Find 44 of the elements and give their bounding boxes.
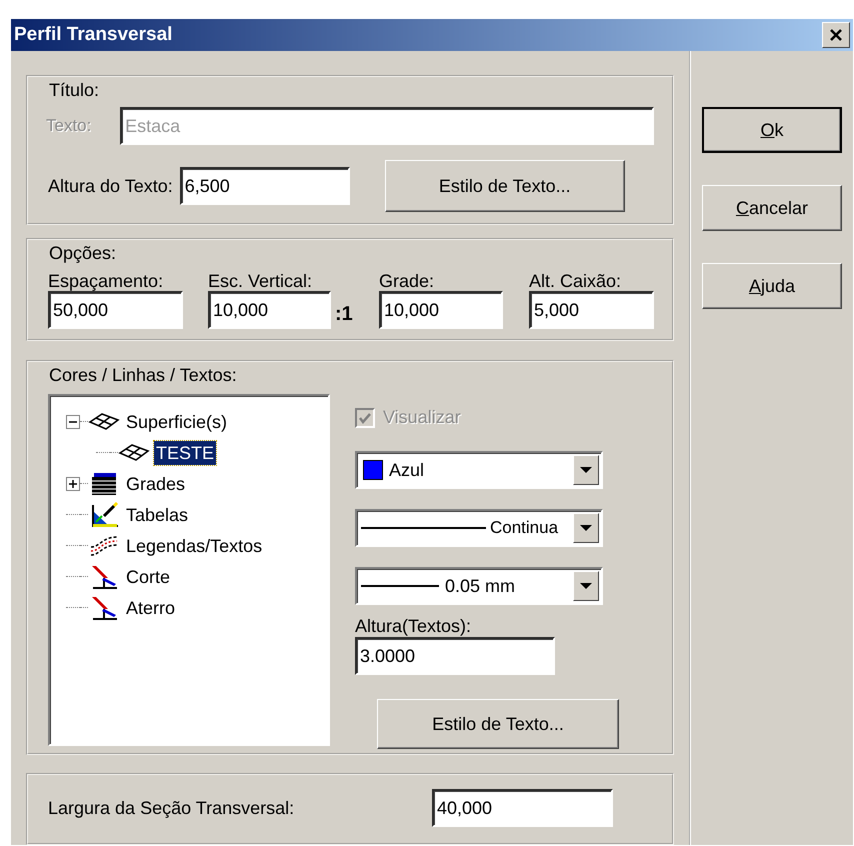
- field-label: Texto:: [46, 115, 92, 138]
- number-field[interactable]: 10,000: [208, 291, 331, 329]
- close-icon: [829, 28, 843, 42]
- dropdown-arrow-icon: [580, 582, 592, 590]
- tree-item[interactable]: TESTE: [154, 440, 216, 464]
- check-icon: [358, 410, 372, 424]
- tree-item[interactable]: Legendas/Textos: [124, 534, 264, 558]
- width-field[interactable]: 40,000: [432, 789, 613, 827]
- field-label: Alt. Caixão:: [529, 271, 622, 291]
- ratio-label: :1: [334, 302, 354, 327]
- field-label: Altura(Textos):: [355, 615, 472, 637]
- dropdown-arrow-icon: [580, 524, 592, 532]
- expander-icon[interactable]: [66, 476, 80, 490]
- number-field[interactable]: 50,000: [48, 291, 183, 329]
- field-label: Esc. Vertical:: [208, 271, 314, 291]
- dropdown[interactable]: 0.05 mm: [355, 567, 603, 605]
- dropdown-value: Continua: [490, 517, 560, 540]
- dropdown-arrow-icon: [580, 466, 592, 474]
- height-field[interactable]: 6,500: [180, 167, 350, 205]
- dropdown-value: 0.05 mm: [445, 574, 516, 598]
- tree-item[interactable]: Corte: [124, 564, 172, 588]
- text-style-button[interactable]: Estilo de Texto...: [377, 699, 619, 749]
- dropdown[interactable]: Continua: [355, 509, 603, 547]
- tree-item[interactable]: Aterro: [124, 596, 178, 620]
- dialog-button[interactable]: Cancelar: [702, 185, 842, 231]
- number-field[interactable]: 5,000: [529, 291, 654, 329]
- text-style-button[interactable]: Estilo de Texto...: [384, 160, 625, 212]
- window-title: Perfil Transversal: [14, 22, 172, 47]
- expander-icon[interactable]: [66, 414, 80, 428]
- dialog-button[interactable]: Ok: [702, 107, 842, 153]
- height-field[interactable]: 3.0000: [355, 637, 555, 675]
- tree-item[interactable]: Grades: [124, 472, 188, 496]
- field-label: Grade:: [379, 271, 436, 291]
- field-label: Espaçamento:: [48, 271, 164, 291]
- number-field[interactable]: 10,000: [379, 291, 503, 329]
- checkbox-label: Visualizar: [383, 406, 461, 429]
- dropdown[interactable]: Azul: [355, 451, 603, 489]
- tree-item[interactable]: Tabelas: [124, 502, 190, 526]
- tree-item[interactable]: Superficie(s): [124, 410, 230, 434]
- field-label: Largura da Seção Transversal:: [48, 796, 296, 820]
- dropdown-value: Azul: [389, 458, 426, 482]
- dialog-button[interactable]: Ajuda: [702, 263, 842, 309]
- field-label: Altura do Texto:: [48, 174, 173, 198]
- close-button[interactable]: [822, 22, 850, 48]
